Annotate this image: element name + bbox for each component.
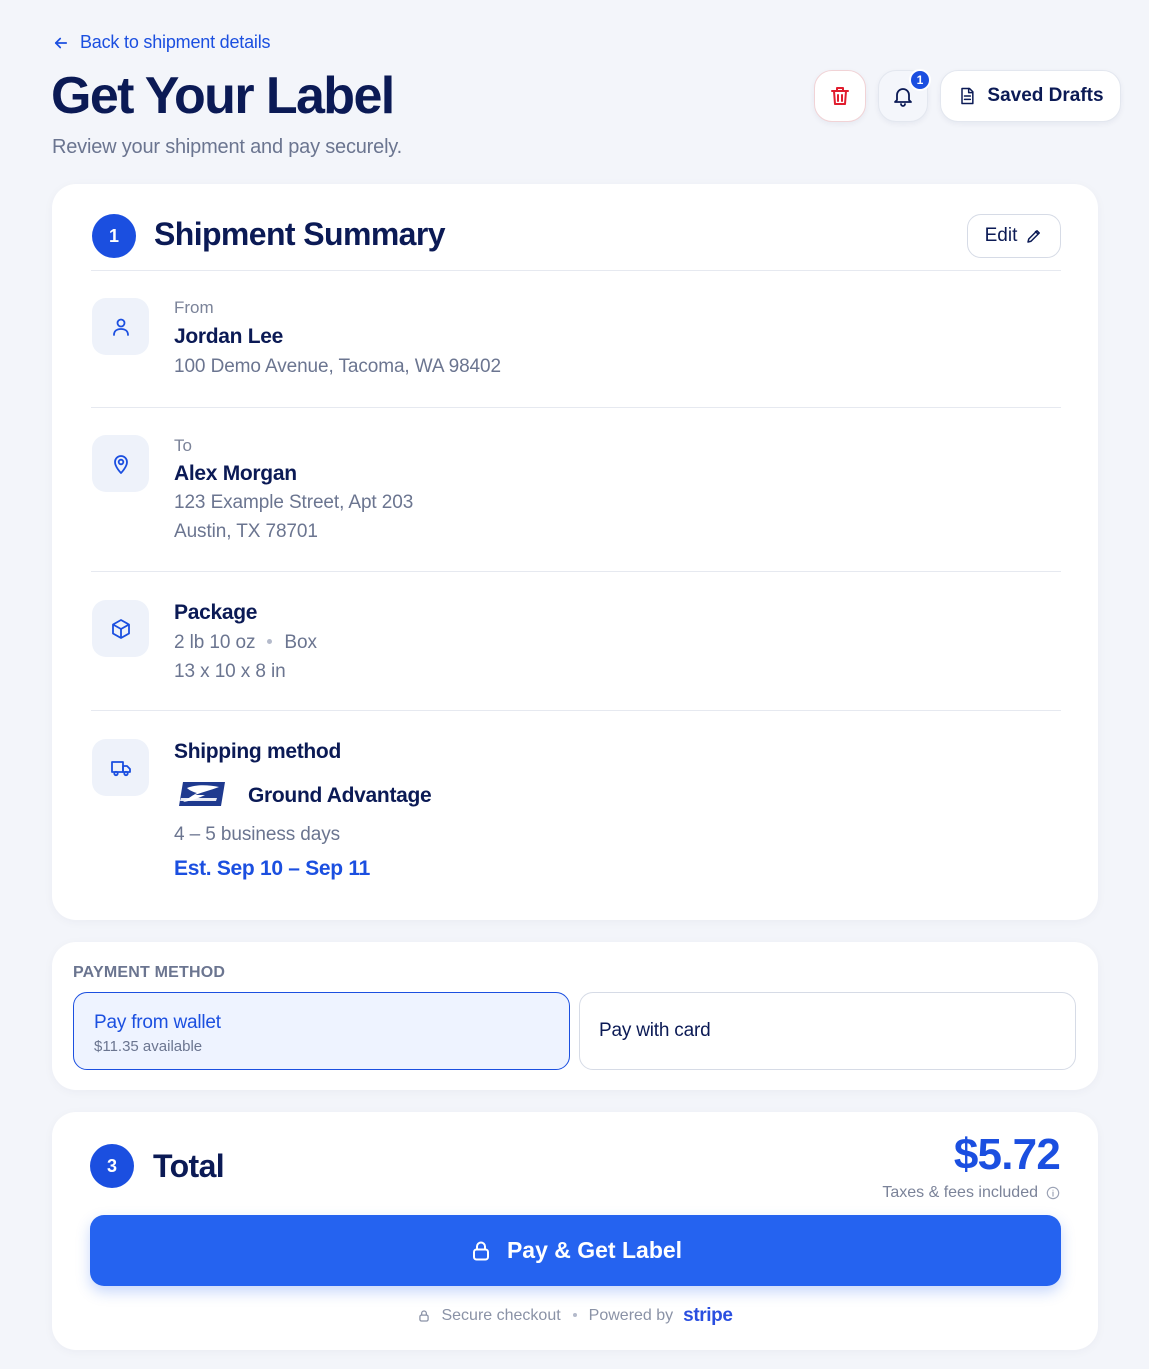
tax-note: Taxes & fees included: [882, 1184, 1060, 1202]
stripe-logo: stripe: [683, 1305, 733, 1326]
total-amount: $5.72: [953, 1130, 1061, 1179]
package-icon-tile: [92, 600, 149, 657]
wallet-balance: $11.35 available: [94, 1038, 203, 1055]
service-name: Ground Advantage: [248, 784, 432, 807]
estimated-delivery: Est. Sep 10 – Sep 11: [174, 857, 370, 880]
box-icon: [111, 618, 130, 639]
notification-badge: 1: [909, 69, 931, 91]
lock-icon: [419, 1310, 430, 1322]
package-dimensions: 13 x 10 x 8 in: [174, 661, 286, 682]
transit-time: 4 – 5 business days: [174, 824, 341, 845]
divider: [91, 407, 1061, 408]
step-number-badge: 3: [90, 1144, 134, 1188]
map-pin-icon: [113, 454, 128, 474]
package-type: Box: [284, 632, 317, 653]
user-icon: [112, 318, 129, 336]
pay-from-wallet-option[interactable]: Pay from wallet $11.35 available: [73, 992, 570, 1070]
pay-and-get-label-button[interactable]: Pay & Get Label: [90, 1215, 1061, 1286]
secure-checkout-text: Secure checkout: [441, 1307, 561, 1324]
payment-method-card: PAYMENT METHOD Pay from wallet $11.35 av…: [52, 942, 1098, 1090]
step-number-badge: 1: [92, 214, 136, 258]
lock-icon: [472, 1241, 489, 1260]
divider: [91, 571, 1061, 572]
usps-eagle-logo: [179, 782, 225, 806]
from-label: From: [174, 298, 214, 317]
card-option-title: Pay with card: [599, 1020, 711, 1041]
total-card: 3 Total $5.72 Taxes & fees included Pay …: [52, 1112, 1098, 1350]
secure-checkout-line: Secure checkout Powered by stripe: [52, 1305, 1098, 1327]
sender-icon-tile: [92, 298, 149, 355]
payment-method-label: PAYMENT METHOD: [73, 964, 226, 981]
shipment-summary-card: 1 Shipment Summary Edit From Jordan Lee …: [52, 184, 1098, 920]
recipient-icon-tile: [92, 435, 149, 492]
edit-label: Edit: [984, 225, 1018, 246]
delete-button[interactable]: [814, 70, 866, 122]
saved-drafts-label: Saved Drafts: [987, 85, 1104, 106]
page-title: Get Your Label: [51, 67, 395, 125]
shipping-method-title: Shipping method: [174, 740, 341, 763]
arrow-left-icon: [54, 37, 68, 48]
pay-with-card-option[interactable]: Pay with card: [579, 992, 1076, 1070]
pay-button-label: Pay & Get Label: [506, 1237, 683, 1263]
pencil-icon: [1027, 230, 1041, 243]
divider: [91, 710, 1061, 711]
trash-icon: [831, 87, 849, 105]
powered-by-text: Powered by: [588, 1307, 674, 1324]
back-link-label: Back to shipment details: [80, 32, 271, 52]
package-weight: 2 lb 10 oz: [174, 632, 256, 653]
document-icon: [961, 87, 974, 105]
back-to-shipment-link[interactable]: Back to shipment details: [52, 32, 271, 53]
separator-dot: [267, 638, 273, 644]
edit-button[interactable]: Edit: [967, 214, 1061, 258]
wallet-option-title: Pay from wallet: [94, 1012, 221, 1033]
shipping-icon-tile: [92, 739, 149, 796]
saved-drafts-button[interactable]: Saved Drafts: [940, 70, 1121, 122]
recipient-address-line1: 123 Example Street, Apt 203: [174, 492, 414, 513]
page-subtitle: Review your shipment and pay securely.: [52, 136, 402, 158]
divider: [91, 270, 1061, 271]
separator-dot: [572, 1312, 577, 1317]
package-weight-type: 2 lb 10 oz Box: [174, 632, 317, 654]
sender-name: Jordan Lee: [174, 325, 284, 348]
total-title: Total: [153, 1148, 225, 1184]
sender-address: 100 Demo Avenue, Tacoma, WA 98402: [174, 356, 501, 377]
info-icon[interactable]: [1046, 1186, 1060, 1200]
tax-note-text: Taxes & fees included: [882, 1184, 1038, 1201]
truck-icon: [110, 760, 131, 776]
notifications-button[interactable]: 1: [878, 69, 931, 122]
recipient-name: Alex Morgan: [174, 462, 297, 485]
package-title: Package: [174, 601, 258, 624]
summary-title: Shipment Summary: [154, 216, 446, 252]
recipient-address-line2: Austin, TX 78701: [174, 521, 318, 542]
to-label: To: [174, 436, 192, 455]
